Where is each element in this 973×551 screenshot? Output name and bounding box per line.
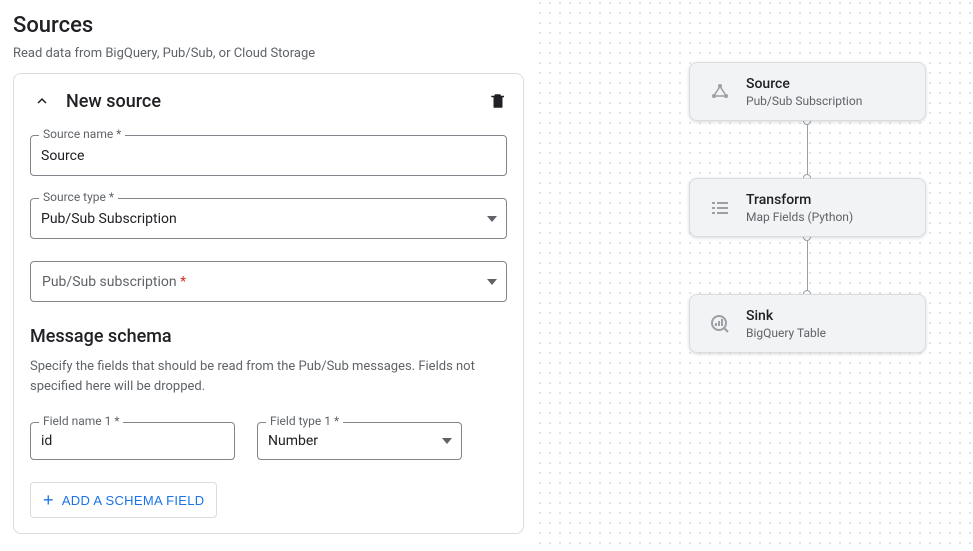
field-type-label: Field type 1 * xyxy=(266,414,343,428)
node-title: Source xyxy=(746,76,862,92)
source-type-select[interactable]: Pub/Sub Subscription xyxy=(30,198,507,239)
source-type-field: Source type * Pub/Sub Subscription xyxy=(30,198,507,239)
message-schema-description: Specify the fields that should be read f… xyxy=(30,357,507,396)
list-icon xyxy=(700,188,740,228)
pubsub-subscription-field: Pub/Sub subscription * xyxy=(30,261,507,302)
config-panel: Sources Read data from BigQuery, Pub/Sub… xyxy=(0,0,537,551)
source-name-label: Source name * xyxy=(39,127,125,141)
field-name-field: Field name 1 * xyxy=(30,422,235,460)
node-sink[interactable]: Sink BigQuery Table xyxy=(689,294,926,353)
message-schema-heading: Message schema xyxy=(30,326,507,347)
add-schema-label: ADD A SCHEMA FIELD xyxy=(62,493,205,508)
schema-row: Field name 1 * Field type 1 * Number xyxy=(30,422,507,460)
source-type-label: Source type * xyxy=(39,190,118,204)
node-source[interactable]: Source Pub/Sub Subscription xyxy=(689,62,926,121)
source-card: New source Source name * Source type * P… xyxy=(13,73,524,534)
collapse-chevron-icon[interactable] xyxy=(30,89,54,113)
node-subtitle: Map Fields (Python) xyxy=(746,210,853,224)
node-subtitle: Pub/Sub Subscription xyxy=(746,94,862,108)
pipeline-canvas[interactable]: Source Pub/Sub Subscription Transform Ma… xyxy=(537,0,973,551)
source-name-input[interactable] xyxy=(30,135,507,176)
node-transform[interactable]: Transform Map Fields (Python) xyxy=(689,178,926,237)
bigquery-icon xyxy=(700,304,740,344)
field-name-label: Field name 1 * xyxy=(39,414,123,428)
edge xyxy=(807,121,808,178)
node-subtitle: BigQuery Table xyxy=(746,326,826,340)
source-name-field: Source name * xyxy=(30,135,507,176)
delete-icon[interactable] xyxy=(489,92,507,110)
node-title: Sink xyxy=(746,308,826,324)
page-title: Sources xyxy=(13,13,537,38)
card-title: New source xyxy=(66,91,489,112)
edge xyxy=(807,237,808,294)
page-subtitle: Read data from BigQuery, Pub/Sub, or Clo… xyxy=(13,46,537,61)
plus-icon: + xyxy=(43,491,54,509)
scatter-icon xyxy=(700,72,740,112)
card-header: New source xyxy=(30,89,507,113)
add-schema-field-button[interactable]: + ADD A SCHEMA FIELD xyxy=(30,482,217,518)
node-title: Transform xyxy=(746,192,853,208)
pubsub-subscription-select[interactable] xyxy=(30,261,507,302)
field-type-field: Field type 1 * Number xyxy=(257,422,462,460)
